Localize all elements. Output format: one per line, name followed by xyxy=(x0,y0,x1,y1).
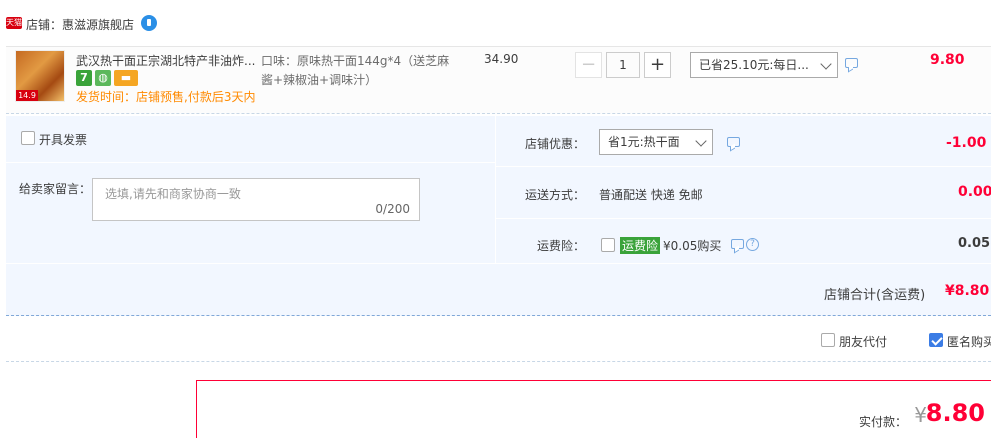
anonymous-checkbox[interactable] xyxy=(929,333,943,347)
insurance-checkbox[interactable] xyxy=(601,238,615,252)
comment-icon[interactable] xyxy=(731,239,744,249)
item-subtotal: 9.80 xyxy=(930,52,965,68)
order-item-row: 14.9 武汉热干面正宗湖北特产非油炸... 7 ◍ ▬ 发货时间：店铺预售,付… xyxy=(6,46,991,114)
right-row-divider-2 xyxy=(496,218,991,219)
credit-card-icon[interactable]: ▬ xyxy=(114,70,138,86)
item-promotion-select[interactable]: 已省25.10元:每日... xyxy=(690,52,838,78)
memo-placeholder: 选填,请先和商家协商一致 xyxy=(105,187,241,201)
delivery-label: 运送方式： xyxy=(525,188,586,202)
shop-total-label: 店铺合计(含运费) xyxy=(824,288,926,303)
sku-attributes: 口味：原味热干面144g*4（送芝麻酱+辣椒油+调味汁） xyxy=(261,54,450,87)
quantity-increase-button[interactable]: + xyxy=(644,52,671,78)
product-thumbnail[interactable]: 14.9 xyxy=(15,50,65,102)
memo-label: 给卖家留言： xyxy=(19,182,92,196)
product-title-link[interactable]: 武汉热干面正宗湖北特产非油炸... xyxy=(76,52,256,69)
right-row-divider-1 xyxy=(496,166,991,167)
memo-textarea[interactable]: 选填,请先和商家协商一致 0/200 xyxy=(92,178,420,221)
friend-pay-checkbox[interactable] xyxy=(821,333,835,347)
shop-discount-value: 省1元:热干面 xyxy=(608,135,680,149)
payment-label: 实付款： xyxy=(858,415,907,429)
quantity-decrease-button[interactable]: − xyxy=(575,52,602,78)
payment-summary-box: 实付款： ¥ 8.80 xyxy=(196,380,991,438)
help-icon[interactable]: ? xyxy=(746,238,759,251)
anonymous-label[interactable]: 匿名购买 xyxy=(947,333,991,350)
wangwang-chat-icon[interactable] xyxy=(141,15,157,31)
shop-header: 天猫 店铺：惠滋源旗舰店 xyxy=(0,0,991,46)
quantity-input[interactable]: 1 xyxy=(606,52,640,78)
insurance-label: 运费险： xyxy=(537,239,586,253)
left-row-divider xyxy=(6,162,495,163)
insurance-tag: 运费险 xyxy=(620,237,661,254)
insurance-amount: 0.05 xyxy=(958,236,991,251)
panel-divider xyxy=(495,116,496,264)
shop-discount-select[interactable]: 省1元:热干面 xyxy=(599,129,713,155)
shop-total-amount: ¥8.80 xyxy=(945,283,990,299)
memo-char-count: 0/200 xyxy=(375,202,410,216)
friend-pay-label[interactable]: 朋友代付 xyxy=(839,333,887,350)
comment-icon[interactable] xyxy=(845,58,858,68)
insurance-price[interactable]: ¥0.05购买 xyxy=(663,237,721,254)
shop-discount-amount: -1.00 xyxy=(946,135,987,151)
invoice-label[interactable]: 开具发票 xyxy=(39,131,87,148)
item-promotion-value: 已省25.10元:每日... xyxy=(699,58,809,72)
guarantee-icon[interactable]: ◍ xyxy=(95,70,111,86)
thumb-price-tag: 14.9 xyxy=(16,90,38,101)
chevron-down-icon xyxy=(695,135,707,147)
shop-discount-label: 店铺优惠： xyxy=(525,137,586,151)
seven-day-return-icon[interactable]: 7 xyxy=(76,70,92,86)
quantity-stepper: − 1 + xyxy=(575,52,672,78)
chevron-down-icon xyxy=(820,58,832,70)
shop-name[interactable]: 店铺：惠滋源旗舰店 xyxy=(26,16,134,33)
shipping-time: 发货时间：店铺预售,付款后3天内 xyxy=(76,90,256,104)
comment-icon[interactable] xyxy=(727,137,740,147)
tmall-badge: 天猫 xyxy=(6,17,22,29)
total-row-divider xyxy=(6,263,991,264)
invoice-checkbox[interactable] xyxy=(21,131,35,145)
payment-amount: 8.80 xyxy=(925,399,985,427)
delivery-fee: 0.00 xyxy=(958,184,991,200)
delivery-method: 普通配送 快递 免邮 xyxy=(599,188,703,202)
unit-price: 34.90 xyxy=(484,52,519,66)
